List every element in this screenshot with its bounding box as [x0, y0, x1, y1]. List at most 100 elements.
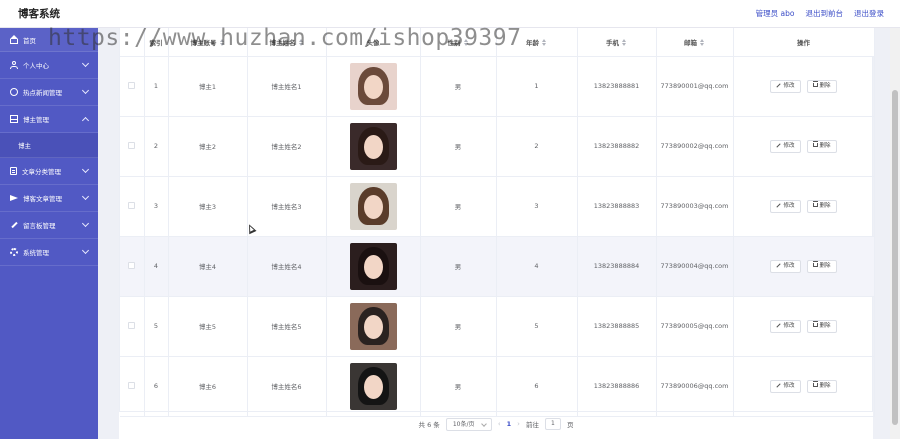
edit-icon: [776, 83, 781, 88]
cell-actions: 修改 删除: [733, 236, 875, 297]
page-number-current[interactable]: 1: [507, 420, 512, 428]
top-header: 博客系统 管理员 abo 退出到前台 退出登录: [0, 0, 900, 28]
news-icon: [10, 88, 18, 96]
page-size-select[interactable]: 10条/页: [445, 417, 492, 431]
goto-label: 前往: [525, 421, 539, 429]
delete-button[interactable]: 删除: [806, 199, 837, 213]
cell-account: 博主4: [168, 236, 248, 297]
sidebar-item-label: 热点新闻管理: [23, 89, 62, 97]
cell-gender: 男: [420, 236, 497, 297]
chevron-down-icon: [81, 246, 90, 255]
settings-icon: [10, 248, 18, 256]
sidebar-item-label: 个人中心: [23, 62, 49, 70]
edit-button[interactable]: 修改: [770, 319, 801, 333]
column-header-email[interactable]: 邮箱: [656, 28, 734, 57]
delete-button[interactable]: 删除: [806, 379, 837, 393]
row-checkbox[interactable]: [128, 201, 136, 209]
goto-page-input[interactable]: 1: [544, 418, 561, 430]
cell-actions: 修改 删除: [733, 296, 875, 357]
edit-button[interactable]: 修改: [770, 259, 801, 273]
row-checkbox[interactable]: [128, 261, 136, 269]
table-row[interactable]: 3 博主3 博主姓名3 男 3 13823888883 773890003@qq.com 修改…: [120, 176, 875, 237]
cell-gender: 男: [420, 56, 497, 117]
sidebar-item-category[interactable]: 文章分类管理: [0, 158, 98, 185]
column-header-phone[interactable]: 手机: [577, 28, 657, 57]
cell-gender: 男: [420, 356, 497, 417]
cell-index: 1: [144, 56, 169, 117]
chevron-down-icon: [81, 192, 90, 201]
logout-link[interactable]: 退出登录: [854, 8, 884, 19]
avatar: [349, 362, 397, 410]
page-scrollbar[interactable]: [890, 28, 900, 439]
table-row[interactable]: 6 博主6 博主姓名6 男 6 13823888886 773890006@qq.com 修改…: [120, 356, 875, 417]
table-row[interactable]: 2 博主2 博主姓名2 男 2 13823888882 773890002@qq.com 修改…: [120, 116, 875, 177]
delete-icon: [812, 141, 818, 147]
app-title: 博客系统: [18, 8, 60, 20]
edit-button[interactable]: 修改: [770, 379, 801, 393]
row-checkbox[interactable]: [128, 321, 136, 329]
edit-icon: [776, 263, 781, 268]
delete-button[interactable]: 删除: [806, 139, 837, 153]
cell-index: 6: [144, 356, 169, 417]
sidebar-item-label: 系统管理: [23, 249, 49, 257]
category-icon: [10, 167, 17, 175]
cell-account: 博主1: [168, 56, 248, 117]
table-row[interactable]: 1 博主1 博主姓名1 男 1 13823888881 773890001@qq.com 修改…: [120, 56, 875, 117]
table-row[interactable]: 5 博主5 博主姓名5 男 5 13823888885 773890005@qq.com 修改…: [120, 296, 875, 357]
cell-email: 773890002@qq.com: [656, 116, 734, 177]
table-row[interactable]: 4 博主4 博主姓名4 男 4 13823888884 773890004@qq.com 修改…: [120, 236, 875, 297]
chevron-down-icon: [81, 219, 90, 228]
cell-age: 1: [496, 56, 578, 117]
edit-button[interactable]: 修改: [770, 79, 801, 93]
scrollbar-thumb[interactable]: [892, 90, 898, 425]
row-select-cell[interactable]: [120, 176, 145, 237]
delete-icon: [812, 201, 818, 207]
sidebar-item-label: 博主: [18, 142, 31, 150]
delete-button[interactable]: 删除: [806, 79, 837, 93]
cell-phone: 13823888885: [577, 296, 657, 357]
cell-age: 2: [496, 116, 578, 177]
sidebar-item-label: 留言板管理: [23, 222, 56, 230]
edit-icon: [776, 143, 781, 148]
row-select-cell[interactable]: [120, 116, 145, 177]
delete-button[interactable]: 删除: [806, 319, 837, 333]
sort-icon[interactable]: [700, 39, 705, 47]
avatar: [349, 122, 397, 170]
cell-email: 773890004@qq.com: [656, 236, 734, 297]
next-page-icon[interactable]: ›: [517, 420, 520, 428]
row-checkbox[interactable]: [128, 81, 136, 89]
row-select-cell[interactable]: [120, 296, 145, 357]
cell-account: 博主2: [168, 116, 248, 177]
total-count: 共 6 条: [418, 421, 440, 429]
cell-avatar: [326, 236, 421, 297]
sidebar-item-message[interactable]: 留言板管理: [0, 212, 98, 239]
delete-button[interactable]: 删除: [806, 259, 837, 273]
sort-icon[interactable]: [622, 39, 627, 47]
sidebar-item-system[interactable]: 系统管理: [0, 239, 98, 266]
sidebar-item-profile[interactable]: 个人中心: [0, 52, 98, 79]
cell-index: 5: [144, 296, 169, 357]
row-checkbox[interactable]: [128, 381, 136, 389]
article-icon: [10, 194, 18, 202]
edit-button[interactable]: 修改: [770, 199, 801, 213]
sidebar-item-blogger[interactable]: 博主管理: [0, 106, 98, 133]
cell-gender: 男: [420, 116, 497, 177]
edit-button[interactable]: 修改: [770, 139, 801, 153]
sidebar-item-news[interactable]: 热点新闻管理: [0, 79, 98, 106]
delete-icon: [812, 321, 818, 327]
sort-icon[interactable]: [542, 39, 547, 47]
edit-icon: [776, 323, 781, 328]
cell-avatar: [326, 176, 421, 237]
row-select-cell[interactable]: [120, 56, 145, 117]
sidebar-item-article[interactable]: 博客文章管理: [0, 185, 98, 212]
chevron-down-icon: [81, 86, 90, 95]
edit-icon: [776, 383, 781, 388]
row-checkbox[interactable]: [128, 141, 136, 149]
watermark-text: https://www.huzhan.com/ishop39397: [48, 25, 522, 51]
sidebar-subitem-blogger[interactable]: 博主: [0, 133, 98, 158]
sidebar-item-label: 博主管理: [23, 116, 49, 124]
row-select-cell[interactable]: [120, 356, 145, 417]
row-select-cell[interactable]: [120, 236, 145, 297]
frontend-link[interactable]: 退出到前台: [806, 8, 844, 19]
prev-page-icon[interactable]: ‹: [498, 420, 501, 428]
